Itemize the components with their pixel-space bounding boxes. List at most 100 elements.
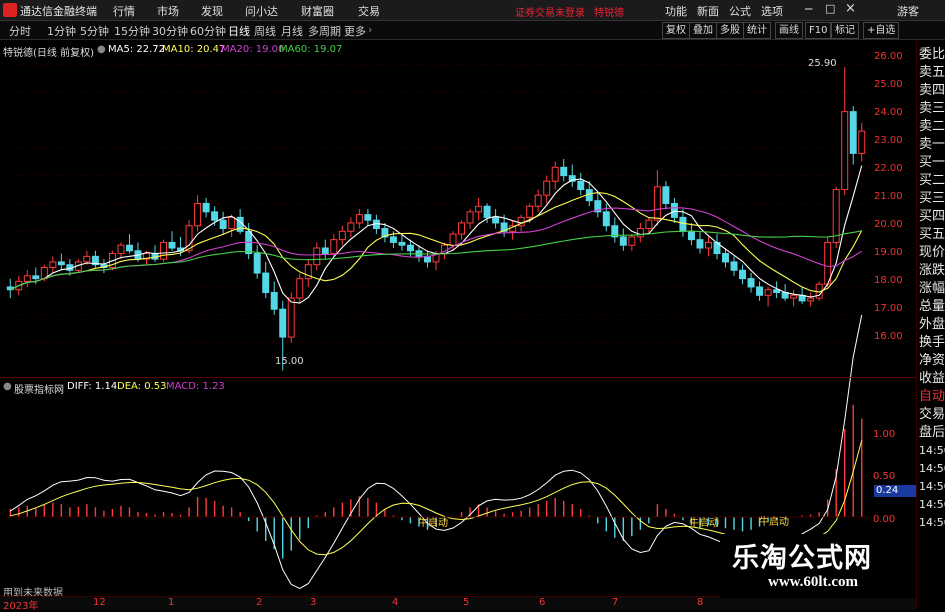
multi-stock-button[interactable]: 多股 <box>716 22 744 39</box>
date-tick: 8 <box>697 597 704 608</box>
candle-body <box>211 211 219 221</box>
legend-ma5: MA5: 22.72 <box>108 44 166 55</box>
period-30min[interactable]: 30分钟 <box>152 23 188 39</box>
period-5min[interactable]: 5分钟 <box>80 23 109 39</box>
candle-body <box>117 244 125 255</box>
side-label-bid5: 买五 <box>919 227 945 242</box>
candle-body <box>202 202 210 213</box>
date-tick: 2023年 <box>3 601 39 612</box>
candle-body <box>653 186 661 221</box>
date-tick: 4 <box>392 597 399 608</box>
candle-body <box>475 205 483 213</box>
menu-new-layout[interactable]: 新面 <box>697 3 719 19</box>
period-multi[interactable]: 多周期 <box>308 23 341 39</box>
indicator-diff: DIFF: 1.14 <box>67 381 118 392</box>
watermark-title: 乐淘公式网 <box>732 543 872 574</box>
date-tick: 1 <box>168 597 175 608</box>
overlay-button[interactable]: 叠加 <box>689 22 717 39</box>
candle-body <box>83 255 91 263</box>
date-tick: 3 <box>310 597 317 608</box>
candle-body <box>687 230 695 241</box>
candle-body <box>262 272 270 294</box>
candle-body <box>219 219 227 230</box>
candle-body <box>560 166 568 177</box>
menu-item-discover[interactable]: 发现 <box>201 3 223 19</box>
date-tick: 12 <box>93 597 106 608</box>
candle-body <box>756 286 764 296</box>
candle-body <box>645 219 653 230</box>
macd-tick: 0.50 <box>873 471 896 482</box>
period-tick[interactable]: 分时 <box>9 23 31 39</box>
period-60min[interactable]: 60分钟 <box>190 23 226 39</box>
menu-item-wealth[interactable]: 财富圈 <box>301 3 334 19</box>
candle-body <box>492 216 500 224</box>
date-tick: 2 <box>256 597 263 608</box>
menu-options[interactable]: 选项 <box>761 3 783 19</box>
side-label-earnings: 收益 <box>919 371 945 386</box>
period-weekly[interactable]: 周线 <box>254 23 276 39</box>
app-logo-icon <box>3 3 17 17</box>
menu-item-market[interactable]: 市场 <box>157 3 179 19</box>
menu-item-quotes[interactable]: 行情 <box>113 3 135 19</box>
side-label-trade[interactable]: 交易 <box>919 407 945 422</box>
period-1min[interactable]: 1分钟 <box>47 23 76 39</box>
macd-current-value: 0.24 <box>874 485 916 497</box>
indicator-name[interactable]: 股票指标网 <box>14 381 64 396</box>
period-monthly[interactable]: 月线 <box>281 23 303 39</box>
menu-formula[interactable]: 公式 <box>729 3 751 19</box>
panel-divider <box>0 377 916 378</box>
side-label-outer: 外盘 <box>919 317 945 332</box>
candle-body <box>287 297 295 338</box>
candle-body <box>228 216 236 230</box>
candle-body <box>670 202 678 218</box>
candle-body <box>679 216 687 232</box>
minimize-icon[interactable]: ─ <box>805 2 812 16</box>
side-label-price: 现价 <box>919 245 945 260</box>
draw-line-button[interactable]: 画线 <box>775 22 803 39</box>
side-label-weibi[interactable]: 委比 <box>919 47 945 62</box>
candle-body <box>790 294 798 299</box>
side-label-bid1: 买一 <box>919 155 945 170</box>
legend-toggle-icon[interactable]: ● <box>97 44 106 55</box>
side-label-auto[interactable]: 自动 <box>919 389 945 404</box>
side-label-net-assets: 净资 <box>919 353 945 368</box>
menu-item-xiaoda[interactable]: 问小达 <box>245 3 278 19</box>
candle-body <box>849 111 857 154</box>
chevron-right-icon[interactable]: › <box>368 23 372 36</box>
signal-label: 牛启动 <box>689 518 719 529</box>
restore-rights-button[interactable]: 复权 <box>662 22 690 39</box>
candle-body <box>398 241 406 246</box>
side-time: 14:50 <box>919 516 945 529</box>
close-icon[interactable]: × <box>845 1 856 16</box>
price-tick: 17.00 <box>874 303 903 314</box>
login-status[interactable]: 证券交易未登录 <box>515 4 585 19</box>
candle-body <box>543 180 551 196</box>
maximize-icon[interactable]: □ <box>825 2 835 15</box>
candle-body <box>807 297 815 302</box>
mark-button[interactable]: 标记 <box>831 22 859 39</box>
side-label-after-hours[interactable]: 盘后 <box>919 425 945 440</box>
candle-body <box>704 241 712 249</box>
menu-functions[interactable]: 功能 <box>665 3 687 19</box>
side-label-ask3: 卖三 <box>919 101 945 116</box>
side-label-change-pct: 涨幅 <box>919 281 945 296</box>
statistics-button[interactable]: 统计 <box>743 22 771 39</box>
candle-body <box>739 269 747 280</box>
add-watchlist-button[interactable]: +自选 <box>863 22 900 39</box>
price-tick: 26.00 <box>874 51 903 62</box>
candle-body <box>764 289 772 296</box>
period-more[interactable]: 更多 <box>344 23 366 39</box>
price-tick: 18.00 <box>874 275 903 286</box>
period-daily[interactable]: 日线 <box>228 23 250 39</box>
candle-body <box>858 130 866 154</box>
menu-item-trade[interactable]: 交易 <box>358 3 380 19</box>
period-15min[interactable]: 15分钟 <box>114 23 150 39</box>
indicator-toggle-icon[interactable]: ● <box>3 381 12 392</box>
app-name: 通达信金融终端 <box>20 5 97 18</box>
candle-body <box>449 233 457 246</box>
candle-body <box>330 239 338 255</box>
candle-body <box>696 239 704 249</box>
f10-button[interactable]: F10 <box>805 22 832 39</box>
guest-user[interactable]: 游客 <box>897 3 919 19</box>
side-time: 14:50 <box>919 498 945 511</box>
